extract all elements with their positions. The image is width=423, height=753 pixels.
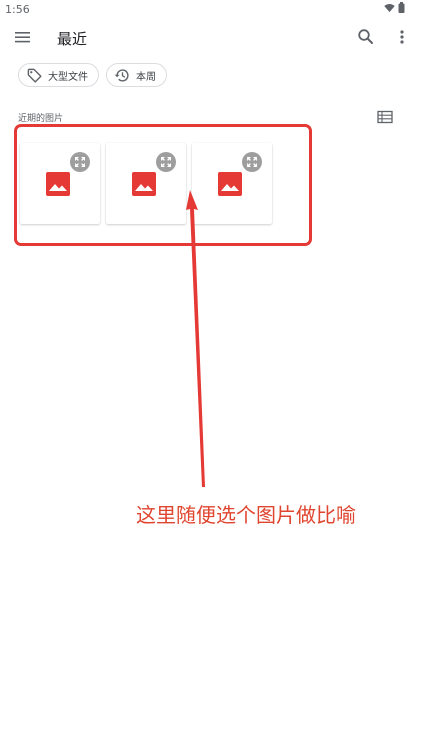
page-title: 最近 [57, 30, 88, 48]
chip-large-files[interactable]: 大型文件 [18, 63, 99, 87]
battery-icon [398, 2, 405, 13]
search-icon[interactable] [356, 27, 376, 47]
image-thumbnail[interactable] [20, 143, 100, 224]
expand-icon[interactable] [70, 152, 90, 172]
expand-icon[interactable] [156, 152, 176, 172]
annotation-arrow [186, 190, 205, 487]
wifi-icon [384, 3, 395, 12]
app-bar: 最近 [0, 18, 423, 58]
section-title: 近期的图片 [18, 114, 64, 124]
status-time: 1:56 [5, 3, 30, 16]
chip-label: 大型文件 [48, 71, 88, 83]
annotation-text: 这里随便选个图片做比喻 [136, 503, 356, 527]
image-icon [132, 172, 156, 196]
expand-icon[interactable] [242, 152, 262, 172]
status-icons [384, 2, 405, 13]
image-icon [46, 172, 70, 196]
more-vert-icon[interactable] [392, 27, 412, 47]
filter-chips: 大型文件 本周 [18, 63, 167, 87]
list-view-icon[interactable] [377, 110, 393, 124]
chip-this-week[interactable]: 本周 [106, 63, 167, 87]
status-bar: 1:56 [0, 0, 423, 18]
menu-icon[interactable] [12, 26, 34, 48]
image-thumbnail[interactable] [106, 143, 186, 224]
chip-label: 本周 [136, 71, 156, 83]
image-icon [218, 172, 242, 196]
image-thumbnail[interactable] [192, 143, 272, 224]
tag-icon [27, 68, 42, 83]
history-icon [114, 68, 129, 82]
